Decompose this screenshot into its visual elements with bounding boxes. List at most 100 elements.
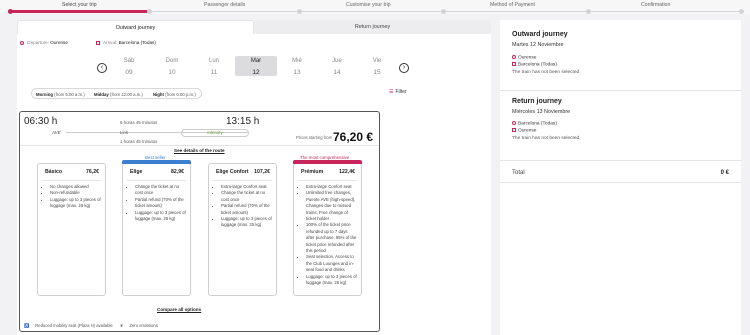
arrival-label: Arrival: <box>103 40 118 45</box>
day-name: Mar <box>250 58 262 64</box>
day-name: Mié <box>292 58 302 64</box>
compare-all-options-link[interactable]: Compare all options <box>157 307 201 312</box>
step-confirmation[interactable]: Confirmation <box>641 2 670 8</box>
fare-features: Change the ticket at no cost once Partia… <box>133 184 186 222</box>
step-select-trip[interactable]: Select your trip <box>62 2 97 8</box>
tab-return-journey[interactable]: Return journey <box>254 20 491 35</box>
summary-outward-note: The train has not been selected <box>512 70 580 75</box>
chevron-right-icon: › <box>402 64 406 71</box>
day-number: 09 <box>125 69 133 76</box>
origin-icon <box>20 40 24 45</box>
summary-divider <box>500 182 741 183</box>
step-dot-3 <box>297 9 302 14</box>
total-value: 0 € <box>720 170 729 176</box>
day-number: 14 <box>333 69 341 76</box>
filter-midday[interactable]: Midday (from 12:00 a.m.) <box>94 92 143 97</box>
day-name: Dom <box>165 58 179 64</box>
day-fri[interactable]: Vie 15 <box>356 58 398 76</box>
day-sat[interactable]: Sáb 09 <box>108 58 150 76</box>
day-name: Vie <box>372 58 382 64</box>
step-passenger-details[interactable]: Passenger details <box>204 2 245 8</box>
arrival-time: 13:15 h <box>226 116 260 127</box>
next-day-button[interactable]: › <box>399 63 409 73</box>
card-footer: ♿ Reduced mobility seat (Plaza H) availab… <box>24 323 164 329</box>
departure-info: Departure: Ourense <box>20 40 68 45</box>
day-number: 10 <box>168 69 176 76</box>
time-filter-group: Morning (from 5:00 a.m.) Midday (from 12… <box>31 88 202 99</box>
destination-flag-icon <box>512 62 516 66</box>
fare-feature: Partial refund (70% of the ticket amount… <box>135 197 186 210</box>
day-wed[interactable]: Mié 13 <box>276 58 318 76</box>
step-dot-4 <box>441 9 446 14</box>
most-comprehensive-ribbon <box>293 160 362 164</box>
best-seller-tag: Best seller <box>145 155 166 160</box>
fare-name: Elige Confort <box>216 169 249 175</box>
day-number: 13 <box>293 69 301 76</box>
filter-night-label: Night <box>153 92 164 97</box>
day-sun[interactable]: Dom 10 <box>151 58 193 76</box>
chevron-left-icon: ‹ <box>100 64 104 71</box>
price-starting-label: Prices starting from <box>296 135 333 140</box>
day-mon[interactable]: Lun 11 <box>193 58 235 76</box>
fare-divider <box>42 180 101 181</box>
prev-day-button[interactable]: ‹ <box>97 63 107 73</box>
summary-outward-from: Ourense <box>512 55 536 60</box>
day-name: Jue <box>332 58 342 64</box>
total-label: Total <box>512 170 525 176</box>
filter-midday-range: (from 12:00 a.m.) <box>110 92 143 97</box>
origin-icon <box>512 55 516 59</box>
fare-name: Básico <box>45 169 63 175</box>
fare-card-elige[interactable]: Best seller Elige 82,9€ Change the ticke… <box>122 155 191 296</box>
reduced-mobility-note: Reduced mobility seat (Plaza H) availabl… <box>35 323 113 328</box>
filter-morning-range: (from 5:00 a.m.) <box>54 92 85 97</box>
operator-intercity-badge: intercity <box>181 129 249 137</box>
summary-return-to: Ourense <box>512 128 536 133</box>
step-dot-6 <box>739 9 744 14</box>
step-dot-5 <box>586 9 591 14</box>
filter-night[interactable]: Night (from 6:00 p.m.) <box>153 92 196 97</box>
summary-return-note: The train has not been selected <box>512 136 580 141</box>
step-payment[interactable]: Method of Payment <box>490 2 535 8</box>
summary-divider <box>500 160 741 161</box>
tab-outward-journey[interactable]: Outward journey <box>17 20 254 35</box>
summary-outward-from-text: Ourense <box>518 55 537 61</box>
origin-icon <box>512 121 516 125</box>
fare-features: Extra-large Confort seat Unlimited free … <box>304 184 357 287</box>
summary-outward-to-text: Barcelona (Todas) <box>518 62 557 68</box>
filter-morning[interactable]: Morning (from 5:00 a.m.) <box>36 92 85 97</box>
fare-divider <box>298 180 357 181</box>
fare-divider <box>213 180 272 181</box>
day-thu[interactable]: Jue 14 <box>316 58 358 76</box>
fare-price: 76,2€ <box>86 169 99 175</box>
filter-button[interactable]: ☰ Filter <box>389 89 407 95</box>
filter-icon: ☰ <box>389 89 394 95</box>
summary-outward-date: Martes 12 Noviembre <box>512 42 564 48</box>
summary-divider <box>500 90 741 91</box>
fare-feature: Luggage: up to 3 pieces of luggage (max.… <box>221 216 272 229</box>
zero-emissions-note: Zero emissions <box>129 323 158 328</box>
journey-tabs: Outward journey Return journey <box>17 20 491 35</box>
destination-flag-icon <box>512 128 516 132</box>
fare-feature: Luggage: up to 3 pieces of luggage (max.… <box>306 274 357 287</box>
fare-feature: Seat selection, Access to the Club Loung… <box>306 254 357 273</box>
destination-flag-icon <box>96 40 100 45</box>
step-dot-1 <box>8 9 13 14</box>
fare-card-basico[interactable]: Básico 76,2€ No changes allowed Non-refu… <box>37 163 106 296</box>
departure-label: Departure: <box>27 40 49 45</box>
fare-price: 122,4€ <box>339 169 355 175</box>
filter-button-label: Filter <box>395 89 407 95</box>
fare-price: 82,9€ <box>171 169 184 175</box>
fare-price: 107,2€ <box>254 169 270 175</box>
operator-link: Link <box>120 130 129 135</box>
day-number: 12 <box>252 69 260 76</box>
fare-card-premium[interactable]: The most comprehensive Prémium 122,4€ Ex… <box>293 155 362 296</box>
step-customise-trip[interactable]: Customise your trip <box>346 2 391 8</box>
progress-fill <box>8 10 148 13</box>
day-tue-selected[interactable]: Mar 12 <box>235 56 277 76</box>
see-route-details-link[interactable]: See details of the route <box>174 148 225 153</box>
fare-features: Extra-large Confort seat Change the tick… <box>219 184 272 229</box>
best-seller-ribbon <box>122 160 191 164</box>
fare-card-elige-confort[interactable]: Elige Confort 107,2€ Extra-large Confort… <box>208 163 277 296</box>
fare-name: Elige <box>130 169 143 175</box>
fare-features: No changes allowed Non-refundable Luggag… <box>48 184 101 210</box>
